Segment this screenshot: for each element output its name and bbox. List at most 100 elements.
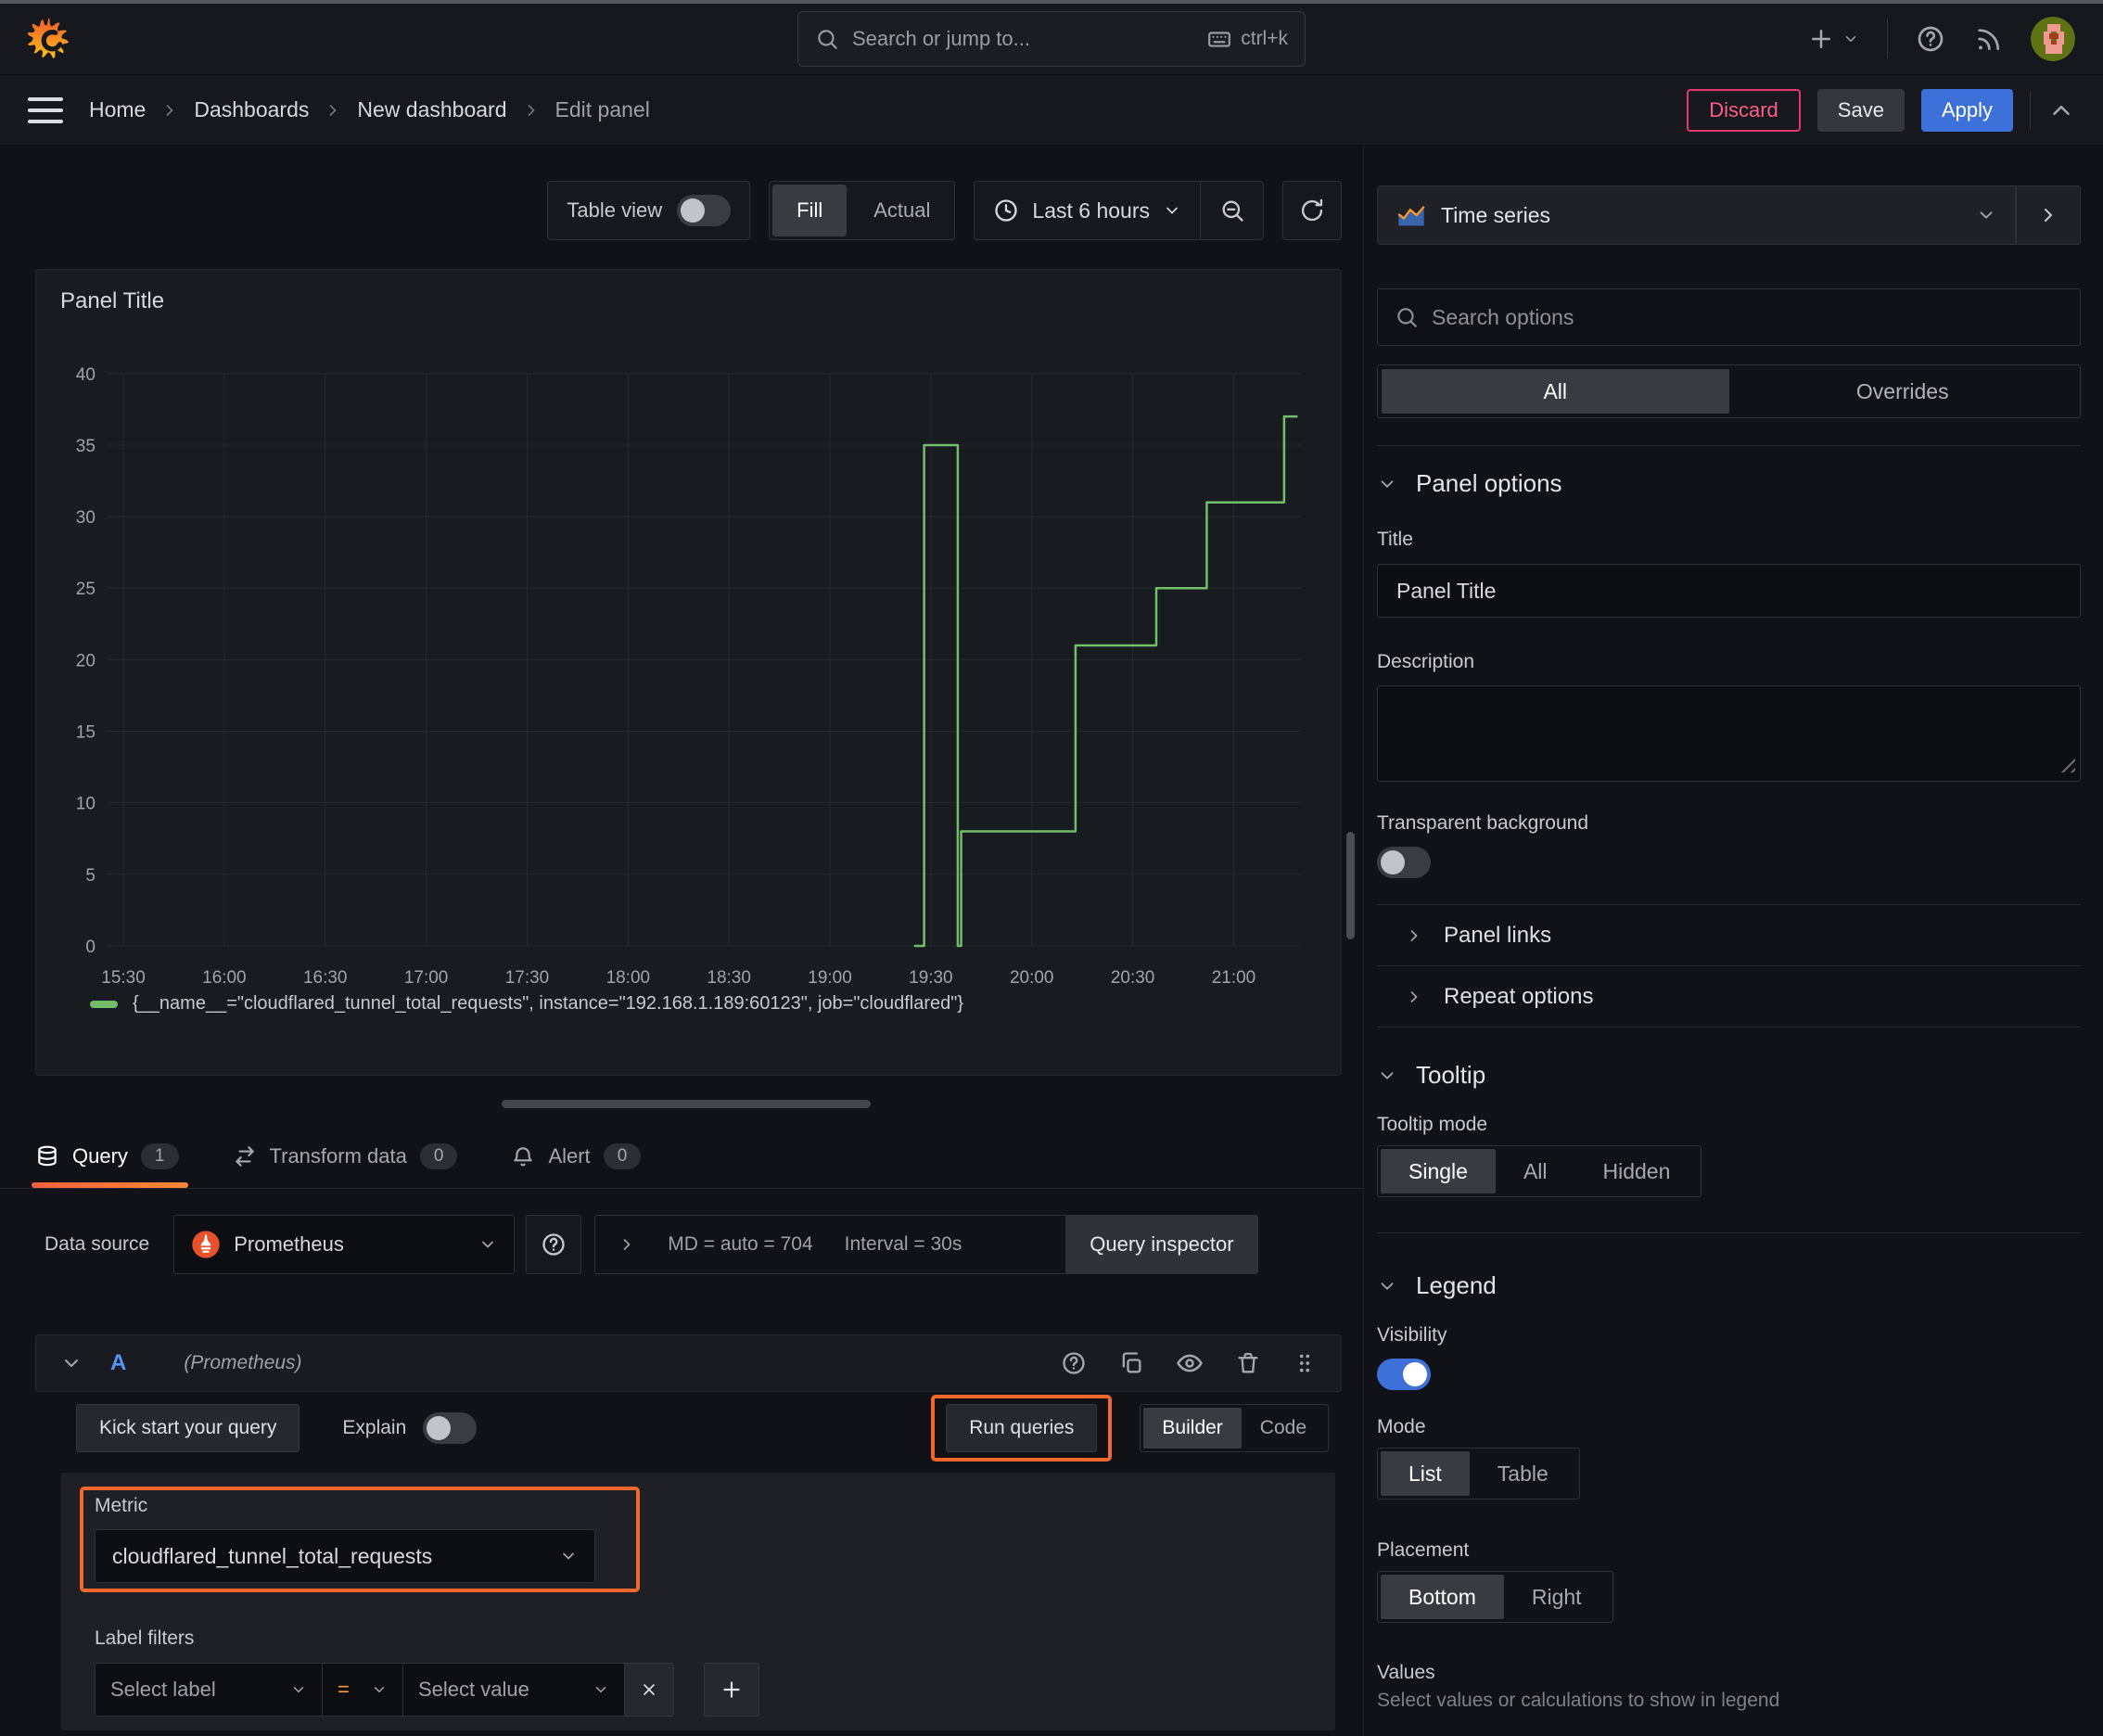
panel-options-section-header[interactable]: Panel options [1377,469,2081,498]
legend-swatch[interactable] [90,1000,118,1008]
duplicate-query-button[interactable] [1118,1350,1144,1376]
svg-text:20: 20 [76,651,96,670]
datasource-help-button[interactable] [526,1214,582,1274]
operator-dropdown[interactable]: = [322,1663,403,1717]
tab-query[interactable]: Query 1 [32,1124,187,1188]
panel-description-textarea[interactable] [1377,685,2081,782]
topbar-divider [1887,19,1888,58]
delete-query-button[interactable] [1235,1350,1261,1376]
metric-select[interactable]: cloudflared_tunnel_total_requests [95,1529,595,1583]
global-search-box[interactable]: ctrl+k [797,11,1306,67]
time-range-control: Last 6 hours [974,181,1264,240]
svg-text:21:00: 21:00 [1212,968,1255,988]
select-value-dropdown[interactable]: Select value [402,1663,625,1717]
breadcrumb-bar: Home Dashboards New dashboard Edit panel… [0,75,2103,146]
hide-query-button[interactable] [1176,1349,1204,1377]
breadcrumb-edit-panel: Edit panel [554,97,650,121]
legend-mode-list[interactable]: List [1381,1451,1470,1496]
time-range-label: Last 6 hours [1032,198,1150,223]
tab-alert[interactable]: Alert 0 [511,1124,642,1188]
transform-count-badge: 0 [419,1142,458,1169]
tab-transform-data[interactable]: Transform data 0 [233,1124,458,1188]
run-queries-button[interactable]: Run queries [946,1404,1098,1452]
chevron-down-icon [563,1552,574,1560]
search-icon [1397,308,1417,327]
repeat-options-section[interactable]: Repeat options [1377,966,2081,1028]
code-option[interactable]: Code [1242,1408,1325,1449]
plus-icon [1812,30,1830,48]
time-range-picker[interactable]: Last 6 hours [975,182,1200,239]
menu-toggle-button[interactable] [28,96,63,123]
options-search-input[interactable] [1432,304,2063,330]
save-button[interactable]: Save [1816,88,1905,132]
tooltip-mode-label: Tooltip mode [1377,1114,1488,1135]
svg-text:17:00: 17:00 [404,968,448,988]
legend-placement-group: Bottom Right [1377,1571,1613,1623]
help-button[interactable] [1916,24,1945,54]
grafana-logo-icon[interactable] [28,16,70,62]
viz-suggestions-button[interactable] [2016,185,2081,245]
legend-placement-label: Placement [1377,1539,1470,1561]
query-ref-id[interactable]: A [110,1350,126,1376]
legend-values-label: Values [1377,1662,1435,1683]
table-view-toggle[interactable] [677,195,732,226]
chevron-down-icon [1381,1071,1394,1079]
new-dashboard-button[interactable] [1807,25,1859,53]
time-series-chart[interactable]: 0 5 10 15 20 25 30 35 40 15:30 16:00 16:30 17:00 17:3… [36,270,1341,1076]
news-button[interactable] [1973,24,2003,54]
vertical-scrollbar[interactable] [1346,832,1355,939]
user-avatar[interactable] [2031,17,2075,61]
horizontal-scrollbar[interactable] [502,1100,871,1108]
legend-placement-right[interactable]: Right [1504,1575,1610,1619]
alert-count-badge: 0 [603,1142,642,1169]
refresh-button[interactable] [1282,181,1342,240]
transparent-background-toggle[interactable] [1377,847,1431,878]
remove-filter-button[interactable] [624,1663,674,1717]
legend-visibility-toggle[interactable] [1377,1359,1431,1390]
section-divider [1377,445,2081,446]
search-icon [818,30,837,49]
kick-start-query-button[interactable]: Kick start your query [76,1404,300,1452]
options-filter-tabs: All Overrides [1377,364,2081,418]
tab-overrides[interactable]: Overrides [1729,369,2077,414]
builder-code-switch: Builder Code [1140,1404,1329,1452]
fill-option[interactable]: Fill [772,185,848,236]
breadcrumb-new-dashboard[interactable]: New dashboard [357,97,506,122]
legend-placement-bottom[interactable]: Bottom [1381,1575,1504,1619]
query-help-button[interactable] [1061,1350,1087,1376]
chevron-right-icon [160,101,179,120]
breadcrumb-home[interactable]: Home [89,97,146,122]
query-inspector-button[interactable]: Query inspector [1065,1214,1258,1274]
drag-handle[interactable] [1293,1351,1317,1375]
discard-button[interactable]: Discard [1687,88,1801,132]
breadcrumb-dashboards[interactable]: Dashboards [194,97,309,122]
query-row-header[interactable]: A (Prometheus) [35,1334,1342,1392]
select-label-dropdown[interactable]: Select label [95,1663,323,1717]
legend-mode-table[interactable]: Table [1470,1451,1576,1496]
viz-type-dropdown[interactable]: Time series [1377,185,2016,245]
builder-option[interactable]: Builder [1143,1408,1242,1449]
breadcrumb: Home Dashboards New dashboard Edit panel [89,97,650,122]
legend-series-label[interactable]: {__name__="cloudflared_tunnel_total_requ… [133,993,963,1015]
database-icon [38,1145,57,1166]
actual-option[interactable]: Actual [849,182,954,239]
tab-all-options[interactable]: All [1382,369,1729,414]
tooltip-mode-single[interactable]: Single [1381,1149,1496,1194]
panel-links-section[interactable]: Panel links [1377,905,2081,966]
query-options-bar[interactable]: MD = auto = 704 Interval = 30s [594,1214,1115,1274]
tooltip-mode-all[interactable]: All [1496,1149,1575,1194]
zoom-out-time-button[interactable] [1200,182,1263,239]
add-filter-button[interactable] [704,1663,759,1717]
explain-toggle[interactable] [423,1412,478,1444]
options-search-box[interactable] [1377,288,2081,346]
tooltip-mode-hidden[interactable]: Hidden [1575,1149,1699,1194]
panel-title-input[interactable] [1377,564,2081,618]
chevron-right-icon [324,101,342,120]
chevron-down-icon[interactable] [60,1352,83,1374]
legend-section-header[interactable]: Legend [1377,1271,2081,1300]
apply-button[interactable]: Apply [1920,88,2013,132]
collapse-options-button[interactable] [2047,96,2075,124]
datasource-picker[interactable]: Prometheus [173,1214,516,1274]
global-search-input[interactable] [852,27,1195,51]
tooltip-section-header[interactable]: Tooltip [1377,1061,2081,1090]
